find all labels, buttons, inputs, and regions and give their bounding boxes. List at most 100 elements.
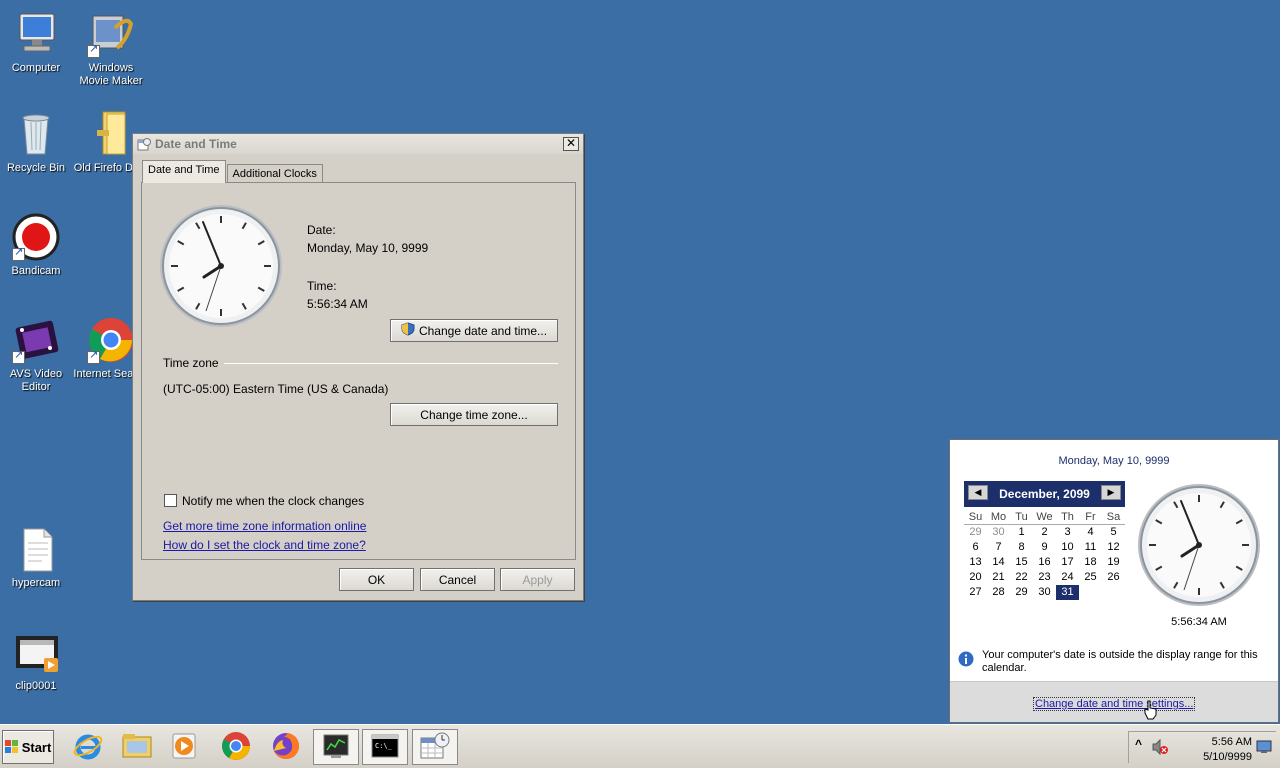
notify-checkbox[interactable] — [164, 494, 177, 507]
avs-video-editor-icon — [12, 316, 60, 364]
desktop-icon-label: Bandicam — [11, 265, 61, 277]
calendar-grid: Su Mo Tu We Th Fr Sa 29 30 1 2 3 4 5 6 7… — [964, 510, 1125, 600]
show-desktop-icon[interactable] — [1256, 740, 1272, 757]
tab-additional-clocks[interactable]: Additional Clocks — [226, 164, 323, 183]
calendar-day[interactable]: 30 — [987, 525, 1010, 540]
calendar-day[interactable]: 8 — [1010, 540, 1033, 555]
date-label: Date: — [307, 223, 336, 237]
time-label: Time: — [307, 279, 337, 293]
calendar-week-row: 13 14 15 16 17 18 19 — [964, 555, 1125, 570]
desktop-icon-label: Windows Movie Maker — [79, 62, 143, 87]
volume-muted-icon[interactable] — [1151, 738, 1169, 758]
desktop-icon-recycle-bin[interactable]: Recycle Bin — [0, 110, 74, 175]
internet-explorer-icon — [73, 731, 103, 764]
weekday-label: Mo — [987, 510, 1010, 525]
desktop-icon-computer[interactable]: Computer — [0, 10, 74, 75]
calendar-day[interactable]: 5 — [1102, 525, 1125, 540]
movie-maker-icon — [87, 10, 135, 58]
calendar-day[interactable] — [1102, 585, 1125, 600]
calendar-day[interactable]: 11 — [1079, 540, 1102, 555]
desktop-icon-hypercam[interactable]: hypercam — [0, 525, 74, 590]
date-value: Monday, May 10, 9999 — [307, 241, 429, 255]
chrome-icon — [221, 731, 251, 764]
calendar-day[interactable]: 28 — [987, 585, 1010, 600]
change-timezone-button[interactable]: Change time zone... — [390, 403, 558, 426]
calendar-day[interactable]: 23 — [1033, 570, 1056, 585]
shortcut-arrow-icon — [87, 43, 100, 58]
close-button[interactable]: ✕ — [563, 137, 579, 151]
taskbar-command-prompt[interactable]: C:\_ — [362, 729, 408, 765]
tray-clock[interactable]: 5:56 AM 5/10/9999 — [1203, 735, 1252, 765]
next-month-button[interactable]: ▶ — [1101, 485, 1121, 500]
calendar-day[interactable]: 30 — [1033, 585, 1056, 600]
cancel-button[interactable]: Cancel — [420, 568, 495, 591]
desktop-icon-windows-movie-maker[interactable]: Windows Movie Maker — [73, 10, 149, 88]
calendar-day[interactable]: 10 — [1056, 540, 1079, 555]
taskbar-media-player[interactable] — [161, 729, 207, 765]
calendar-day[interactable]: 4 — [1079, 525, 1102, 540]
calendar-day[interactable]: 29 — [964, 525, 987, 540]
flyout-analog-clock-icon — [1136, 482, 1262, 611]
calendar-day[interactable]: 29 — [1010, 585, 1033, 600]
taskbar-internet-explorer[interactable] — [65, 729, 111, 765]
calendar-day-selected[interactable]: 31 — [1056, 585, 1079, 600]
notify-checkbox-label[interactable]: Notify me when the clock changes — [182, 494, 364, 508]
tab-date-and-time[interactable]: Date and Time — [142, 160, 226, 183]
calendar-day[interactable]: 2 — [1033, 525, 1056, 540]
info-icon — [958, 651, 974, 670]
calendar-day[interactable]: 24 — [1056, 570, 1079, 585]
taskbar-firefox[interactable] — [263, 729, 309, 765]
calendar-month-header: ◀ December, 2099 ▶ — [964, 481, 1125, 507]
firefox-icon — [271, 731, 301, 764]
calendar-day[interactable]: 26 — [1102, 570, 1125, 585]
calendar-day[interactable]: 9 — [1033, 540, 1056, 555]
apply-button[interactable]: Apply — [500, 568, 575, 591]
how-to-set-clock-link[interactable]: How do I set the clock and time zone? — [163, 538, 366, 552]
weekday-label: Tu — [1010, 510, 1033, 525]
date-time-icon — [419, 731, 451, 764]
desktop-icon-avs-video-editor[interactable]: AVS Video Editor — [0, 316, 74, 394]
calendar-day[interactable]: 21 — [987, 570, 1010, 585]
dialog-titlebar[interactable]: Date and Time — [133, 134, 583, 154]
calendar-month-title[interactable]: December, 2099 — [999, 487, 1090, 501]
taskbar-chrome[interactable] — [213, 729, 259, 765]
calendar-day[interactable]: 3 — [1056, 525, 1079, 540]
prev-month-button[interactable]: ◀ — [968, 485, 988, 500]
taskbar-date-time-control-panel[interactable] — [412, 729, 458, 765]
start-button[interactable]: Start — [2, 730, 54, 764]
calendar-week-row: 27 28 29 30 31 — [964, 585, 1125, 600]
taskbar: Start C:\_ ^ 5:56 AM 5/10/9999 — [0, 724, 1280, 768]
desktop-icon-bandicam[interactable]: Bandicam — [0, 213, 74, 278]
calendar-day[interactable]: 22 — [1010, 570, 1033, 585]
taskbar-task-manager[interactable] — [313, 729, 359, 765]
date-time-icon — [137, 137, 151, 151]
change-date-time-settings-link[interactable]: Change date and time settings... — [1032, 697, 1196, 711]
tray-time: 5:56 AM — [1211, 736, 1252, 748]
calendar-day[interactable]: 19 — [1102, 555, 1125, 570]
date-time-dialog: Date and Time ✕ Date and Time Additional… — [132, 133, 584, 601]
windows-logo-icon — [4, 740, 19, 754]
calendar-day[interactable] — [1079, 585, 1102, 600]
show-hidden-icons-button[interactable]: ^ — [1135, 737, 1142, 751]
calendar-day[interactable]: 16 — [1033, 555, 1056, 570]
taskbar-windows-explorer[interactable] — [114, 729, 160, 765]
calendar-day[interactable]: 12 — [1102, 540, 1125, 555]
calendar-day[interactable]: 20 — [964, 570, 987, 585]
timezone-info-link[interactable]: Get more time zone information online — [163, 519, 366, 533]
calendar-flyout: Monday, May 10, 9999 ◀ December, 2099 ▶ … — [949, 439, 1279, 723]
calendar-day[interactable]: 15 — [1010, 555, 1033, 570]
calendar-day[interactable]: 1 — [1010, 525, 1033, 540]
ok-button[interactable]: OK — [339, 568, 414, 591]
calendar-day[interactable]: 14 — [987, 555, 1010, 570]
calendar-day[interactable]: 17 — [1056, 555, 1079, 570]
calendar-day[interactable]: 25 — [1079, 570, 1102, 585]
change-date-time-button[interactable]: Change date and time... — [390, 319, 558, 342]
calendar-day[interactable]: 7 — [987, 540, 1010, 555]
weekday-label: Su — [964, 510, 987, 525]
out-of-range-message: Your computer's date is outside the disp… — [982, 649, 1258, 674]
calendar-day[interactable]: 13 — [964, 555, 987, 570]
desktop-icon-clip0001[interactable]: clip0001 — [0, 628, 74, 693]
calendar-day[interactable]: 6 — [964, 540, 987, 555]
calendar-day[interactable]: 18 — [1079, 555, 1102, 570]
calendar-day[interactable]: 27 — [964, 585, 987, 600]
